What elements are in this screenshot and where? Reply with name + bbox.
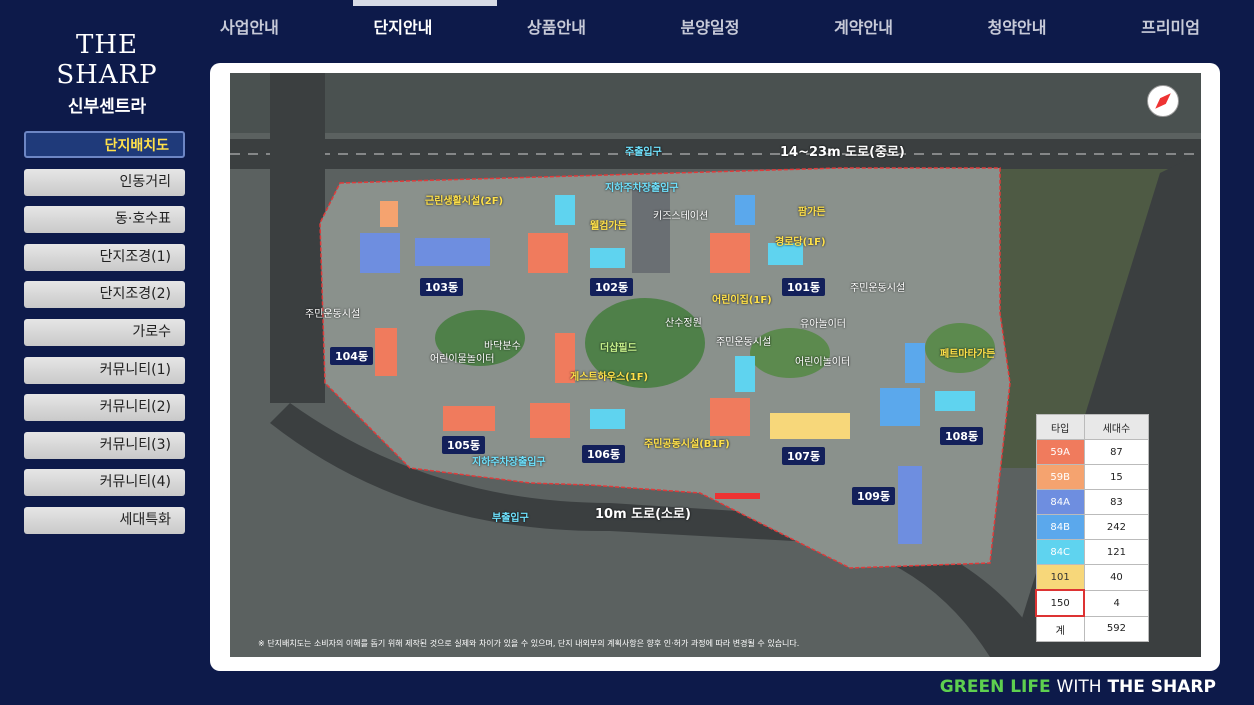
legend-count: 40 (1083, 564, 1150, 591)
sidebar-item-household[interactable]: 세대특화 (24, 506, 185, 534)
legend-type-total: 계 (1035, 615, 1085, 642)
legend-header-count: 세대수 (1083, 414, 1150, 440)
sidebar-item-unit-table[interactable]: 동·호수표 (24, 206, 185, 234)
building-102[interactable]: 102동 (590, 278, 634, 296)
sub-entrance-label: 부출입구 (492, 513, 529, 524)
sidebar-item-landscape-1[interactable]: 단지조경(1) (24, 243, 185, 271)
senior-center-label: 경로당(1F) (775, 237, 826, 248)
legend-count: 87 (1083, 439, 1150, 465)
building-101[interactable]: 101동 (782, 278, 826, 296)
legend-type: 101 (1035, 564, 1085, 591)
tab-subscription[interactable]: 청약안내 (978, 10, 1057, 42)
community-center-label: 주민공동시설(B1F) (644, 439, 730, 450)
sidebar: 단지배치도 인동거리 동·호수표 단지조경(1) 단지조경(2) 가로수 커뮤니… (24, 131, 185, 545)
kindergarten-label: 유아놀이터 (800, 319, 846, 330)
fitness-label-center: 주민운동시설 (716, 337, 772, 348)
south-road-label: 10m 도로(소로) (595, 507, 691, 522)
footer-green: GREEN LIFE (939, 677, 1051, 697)
tab-schedule[interactable]: 분양일정 (671, 10, 750, 42)
logo-title: THE SHARP (56, 30, 158, 90)
underground-entrance-bottom: 지하주차장출입구 (472, 457, 546, 468)
sidebar-item-landscape-2[interactable]: 단지조경(2) (24, 281, 185, 309)
legend-header-type: 타입 (1035, 414, 1085, 440)
active-tab-indicator (353, 0, 497, 6)
the-sharp-field-label: 더샵필드 (600, 343, 637, 354)
pet-garden-label: 페트마타가든 (940, 349, 996, 360)
legend-type: 84B (1035, 514, 1085, 540)
building-108[interactable]: 108동 (940, 427, 984, 445)
logo[interactable]: THE SHARP 신부센트라 (22, 30, 192, 117)
building-104[interactable]: 104동 (330, 347, 374, 365)
legend-type: 84A (1035, 489, 1085, 515)
building-106[interactable]: 106동 (582, 445, 626, 463)
daycare-label: 어린이집(1F) (712, 295, 772, 306)
sidebar-item-community-4[interactable]: 커뮤니티(4) (24, 469, 185, 497)
kids-water-play-label: 어린이물놀이터 (430, 354, 495, 365)
sidebar-item-site-plan[interactable]: 단지배치도 (24, 131, 185, 158)
guest-house-label: 게스트하우스(1F) (570, 372, 649, 383)
legend-count: 15 (1083, 464, 1150, 490)
tab-product[interactable]: 상품안내 (517, 10, 596, 42)
main-nav: 사업안내 단지안내 상품안내 분양일정 계약안내 청약안내 프리미엄 (210, 10, 1210, 42)
legend-type: 84C (1035, 539, 1085, 565)
sidebar-item-community-2[interactable]: 커뮤니티(2) (24, 394, 185, 422)
tab-contract[interactable]: 계약안내 (824, 10, 903, 42)
welcome-garden-label: 웰컴가든 (590, 221, 627, 232)
footer-slogan: GREEN LIFE WITH THE SHARP (940, 677, 1216, 697)
tab-complex[interactable]: 단지안내 (364, 10, 443, 42)
legend-type: 150 (1034, 589, 1086, 617)
north-road-label: 14~23m 도로(중로) (780, 145, 905, 160)
fitness-label-east: 주민운동시설 (850, 283, 906, 294)
legend-type: 59A (1035, 439, 1085, 465)
shops-label: 근린생활시설(2F) (425, 196, 504, 207)
sidebar-item-community-3[interactable]: 커뮤니티(3) (24, 431, 185, 459)
unit-type-legend: 타입 세대수 59A 87 59B 15 84A 83 84B 242 84C … (1034, 414, 1150, 642)
legend-count: 4 (1083, 589, 1150, 617)
legend-count: 121 (1083, 539, 1150, 565)
legend-count: 242 (1083, 514, 1150, 540)
sidebar-item-distance[interactable]: 인동거리 (24, 168, 185, 196)
kids-station-label: 키즈스테이션 (653, 211, 709, 222)
legend-count-total: 592 (1083, 615, 1150, 642)
building-107[interactable]: 107동 (782, 447, 826, 465)
playground-label: 어린이놀이터 (795, 357, 851, 368)
footer-with: WITH (1056, 677, 1102, 697)
landscape-garden-label: 산수정원 (665, 318, 702, 329)
logo-subtitle: 신부센트라 (67, 97, 147, 117)
footer-brand: THE SHARP (1107, 677, 1216, 697)
legend-type: 59B (1035, 464, 1085, 490)
underground-entrance-top: 지하주차장출입구 (605, 183, 679, 194)
legend-count: 83 (1083, 489, 1150, 515)
building-105[interactable]: 105동 (442, 436, 486, 454)
sidebar-item-community-1[interactable]: 커뮤니티(1) (24, 356, 185, 384)
fitness-label-west: 주민운동시설 (305, 309, 361, 320)
building-109[interactable]: 109동 (852, 487, 896, 505)
palm-garden-label: 팜가든 (798, 207, 826, 218)
disclaimer-note: ※ 단지배치도는 소비자의 이해를 돕기 위해 제작된 것으로 실제와 차이가 … (258, 639, 800, 648)
building-103[interactable]: 103동 (420, 278, 464, 296)
tab-business[interactable]: 사업안내 (210, 10, 289, 42)
main-entrance-label: 주출입구 (625, 147, 662, 158)
sidebar-item-street-trees[interactable]: 가로수 (24, 318, 185, 346)
compass-icon (1147, 85, 1179, 117)
tab-premium[interactable]: 프리미엄 (1131, 10, 1210, 42)
